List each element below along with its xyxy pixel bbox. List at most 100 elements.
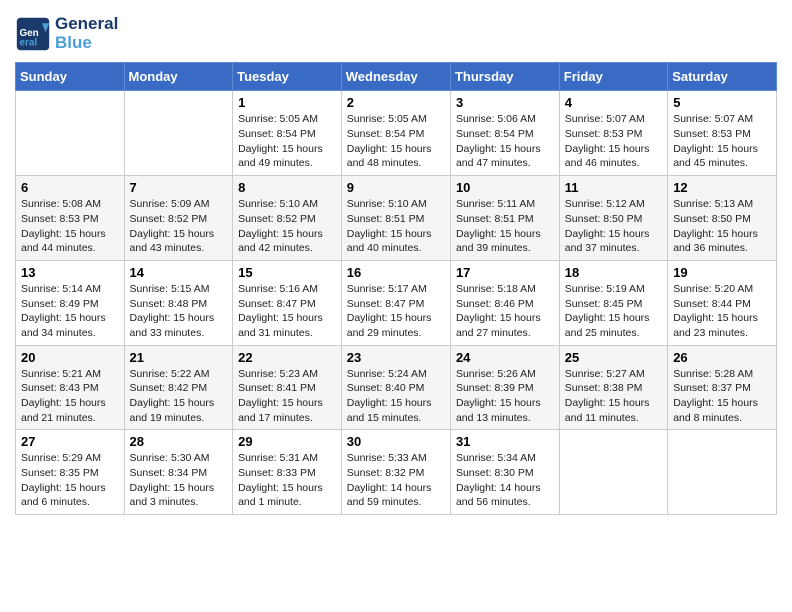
day-number: 18 [565,265,662,280]
day-number: 20 [21,350,119,365]
day-number: 1 [238,95,336,110]
day-info: Sunrise: 5:27 AM Sunset: 8:38 PM Dayligh… [565,367,662,426]
day-number: 30 [347,434,445,449]
day-number: 17 [456,265,554,280]
day-info: Sunrise: 5:31 AM Sunset: 8:33 PM Dayligh… [238,451,336,510]
day-info: Sunrise: 5:14 AM Sunset: 8:49 PM Dayligh… [21,282,119,341]
day-number: 14 [130,265,228,280]
calendar-cell [124,91,233,176]
weekday-header: Thursday [450,63,559,91]
calendar-week-row: 27 Sunrise: 5:29 AM Sunset: 8:35 PM Dayli… [16,430,777,515]
day-info: Sunrise: 5:29 AM Sunset: 8:35 PM Dayligh… [21,451,119,510]
day-number: 28 [130,434,228,449]
day-number: 13 [21,265,119,280]
logo: Gen eral General Blue [15,15,118,52]
day-info: Sunrise: 5:30 AM Sunset: 8:34 PM Dayligh… [130,451,228,510]
day-info: Sunrise: 5:22 AM Sunset: 8:42 PM Dayligh… [130,367,228,426]
calendar-cell: 24 Sunrise: 5:26 AM Sunset: 8:39 PM Dayli… [450,345,559,430]
weekday-header: Saturday [668,63,777,91]
calendar-cell: 31 Sunrise: 5:34 AM Sunset: 8:30 PM Dayli… [450,430,559,515]
calendar-cell: 12 Sunrise: 5:13 AM Sunset: 8:50 PM Dayli… [668,176,777,261]
calendar-week-row: 6 Sunrise: 5:08 AM Sunset: 8:53 PM Daylig… [16,176,777,261]
day-info: Sunrise: 5:12 AM Sunset: 8:50 PM Dayligh… [565,197,662,256]
day-number: 24 [456,350,554,365]
calendar-cell: 3Sunrise: 5:06 AM Sunset: 8:54 PM Daylig… [450,91,559,176]
day-number: 2 [347,95,445,110]
calendar-cell: 5 Sunrise: 5:07 AM Sunset: 8:53 PM Daylig… [668,91,777,176]
day-info: Sunrise: 5:13 AM Sunset: 8:50 PM Dayligh… [673,197,771,256]
day-info: Sunrise: 5:33 AM Sunset: 8:32 PM Dayligh… [347,451,445,510]
day-number: 6 [21,180,119,195]
calendar-cell: 1 Sunrise: 5:05 AM Sunset: 8:54 PM Daylig… [233,91,342,176]
calendar-cell [16,91,125,176]
day-number: 7 [130,180,228,195]
day-info: Sunrise: 5:10 AM Sunset: 8:51 PM Dayligh… [347,197,445,256]
day-number: 29 [238,434,336,449]
calendar-cell: 27 Sunrise: 5:29 AM Sunset: 8:35 PM Dayli… [16,430,125,515]
day-number: 25 [565,350,662,365]
calendar-cell: 8Sunrise: 5:10 AM Sunset: 8:52 PM Daylig… [233,176,342,261]
day-info: Sunrise: 5:15 AM Sunset: 8:48 PM Dayligh… [130,282,228,341]
day-info: Sunrise: 5:19 AM Sunset: 8:45 PM Dayligh… [565,282,662,341]
day-number: 31 [456,434,554,449]
calendar-cell: 28 Sunrise: 5:30 AM Sunset: 8:34 PM Dayli… [124,430,233,515]
day-info: Sunrise: 5:21 AM Sunset: 8:43 PM Dayligh… [21,367,119,426]
day-number: 12 [673,180,771,195]
day-number: 19 [673,265,771,280]
calendar-cell: 15 Sunrise: 5:16 AM Sunset: 8:47 PM Dayli… [233,260,342,345]
calendar-cell: 14 Sunrise: 5:15 AM Sunset: 8:48 PM Dayli… [124,260,233,345]
calendar-cell [559,430,667,515]
day-number: 8 [238,180,336,195]
calendar-header-row: SundayMondayTuesdayWednesdayThursdayFrid… [16,63,777,91]
day-info: Sunrise: 5:06 AM Sunset: 8:54 PM Dayligh… [456,112,554,171]
day-number: 16 [347,265,445,280]
calendar-cell: 4 Sunrise: 5:07 AM Sunset: 8:53 PM Daylig… [559,91,667,176]
day-info: Sunrise: 5:16 AM Sunset: 8:47 PM Dayligh… [238,282,336,341]
day-info: Sunrise: 5:05 AM Sunset: 8:54 PM Dayligh… [238,112,336,171]
weekday-header: Monday [124,63,233,91]
day-number: 9 [347,180,445,195]
calendar-week-row: 13 Sunrise: 5:14 AM Sunset: 8:49 PM Dayli… [16,260,777,345]
weekday-header: Sunday [16,63,125,91]
calendar-cell: 11 Sunrise: 5:12 AM Sunset: 8:50 PM Dayli… [559,176,667,261]
day-info: Sunrise: 5:07 AM Sunset: 8:53 PM Dayligh… [565,112,662,171]
calendar-cell: 18 Sunrise: 5:19 AM Sunset: 8:45 PM Dayli… [559,260,667,345]
day-info: Sunrise: 5:26 AM Sunset: 8:39 PM Dayligh… [456,367,554,426]
day-info: Sunrise: 5:07 AM Sunset: 8:53 PM Dayligh… [673,112,771,171]
day-number: 22 [238,350,336,365]
weekday-header: Friday [559,63,667,91]
day-number: 15 [238,265,336,280]
logo-text: General Blue [55,15,118,52]
day-number: 5 [673,95,771,110]
calendar-table: SundayMondayTuesdayWednesdayThursdayFrid… [15,62,777,515]
calendar-cell: 29 Sunrise: 5:31 AM Sunset: 8:33 PM Dayli… [233,430,342,515]
calendar-cell: 19Sunrise: 5:20 AM Sunset: 8:44 PM Dayli… [668,260,777,345]
weekday-header: Tuesday [233,63,342,91]
day-info: Sunrise: 5:28 AM Sunset: 8:37 PM Dayligh… [673,367,771,426]
day-number: 4 [565,95,662,110]
day-info: Sunrise: 5:08 AM Sunset: 8:53 PM Dayligh… [21,197,119,256]
weekday-header: Wednesday [341,63,450,91]
calendar-cell: 16 Sunrise: 5:17 AM Sunset: 8:47 PM Dayli… [341,260,450,345]
calendar-week-row: 1 Sunrise: 5:05 AM Sunset: 8:54 PM Daylig… [16,91,777,176]
calendar-cell: 25 Sunrise: 5:27 AM Sunset: 8:38 PM Dayli… [559,345,667,430]
calendar-cell: 26Sunrise: 5:28 AM Sunset: 8:37 PM Dayli… [668,345,777,430]
calendar-cell: 7 Sunrise: 5:09 AM Sunset: 8:52 PM Daylig… [124,176,233,261]
day-info: Sunrise: 5:05 AM Sunset: 8:54 PM Dayligh… [347,112,445,171]
day-info: Sunrise: 5:17 AM Sunset: 8:47 PM Dayligh… [347,282,445,341]
calendar-cell: 9 Sunrise: 5:10 AM Sunset: 8:51 PM Daylig… [341,176,450,261]
day-info: Sunrise: 5:23 AM Sunset: 8:41 PM Dayligh… [238,367,336,426]
day-info: Sunrise: 5:09 AM Sunset: 8:52 PM Dayligh… [130,197,228,256]
svg-text:eral: eral [20,37,38,48]
day-number: 27 [21,434,119,449]
day-number: 23 [347,350,445,365]
day-number: 11 [565,180,662,195]
calendar-cell [668,430,777,515]
calendar-cell: 17Sunrise: 5:18 AM Sunset: 8:46 PM Dayli… [450,260,559,345]
page-header: Gen eral General Blue [15,15,777,52]
day-info: Sunrise: 5:34 AM Sunset: 8:30 PM Dayligh… [456,451,554,510]
day-info: Sunrise: 5:24 AM Sunset: 8:40 PM Dayligh… [347,367,445,426]
calendar-cell: 21Sunrise: 5:22 AM Sunset: 8:42 PM Dayli… [124,345,233,430]
calendar-cell: 10Sunrise: 5:11 AM Sunset: 8:51 PM Dayli… [450,176,559,261]
calendar-cell: 2 Sunrise: 5:05 AM Sunset: 8:54 PM Daylig… [341,91,450,176]
